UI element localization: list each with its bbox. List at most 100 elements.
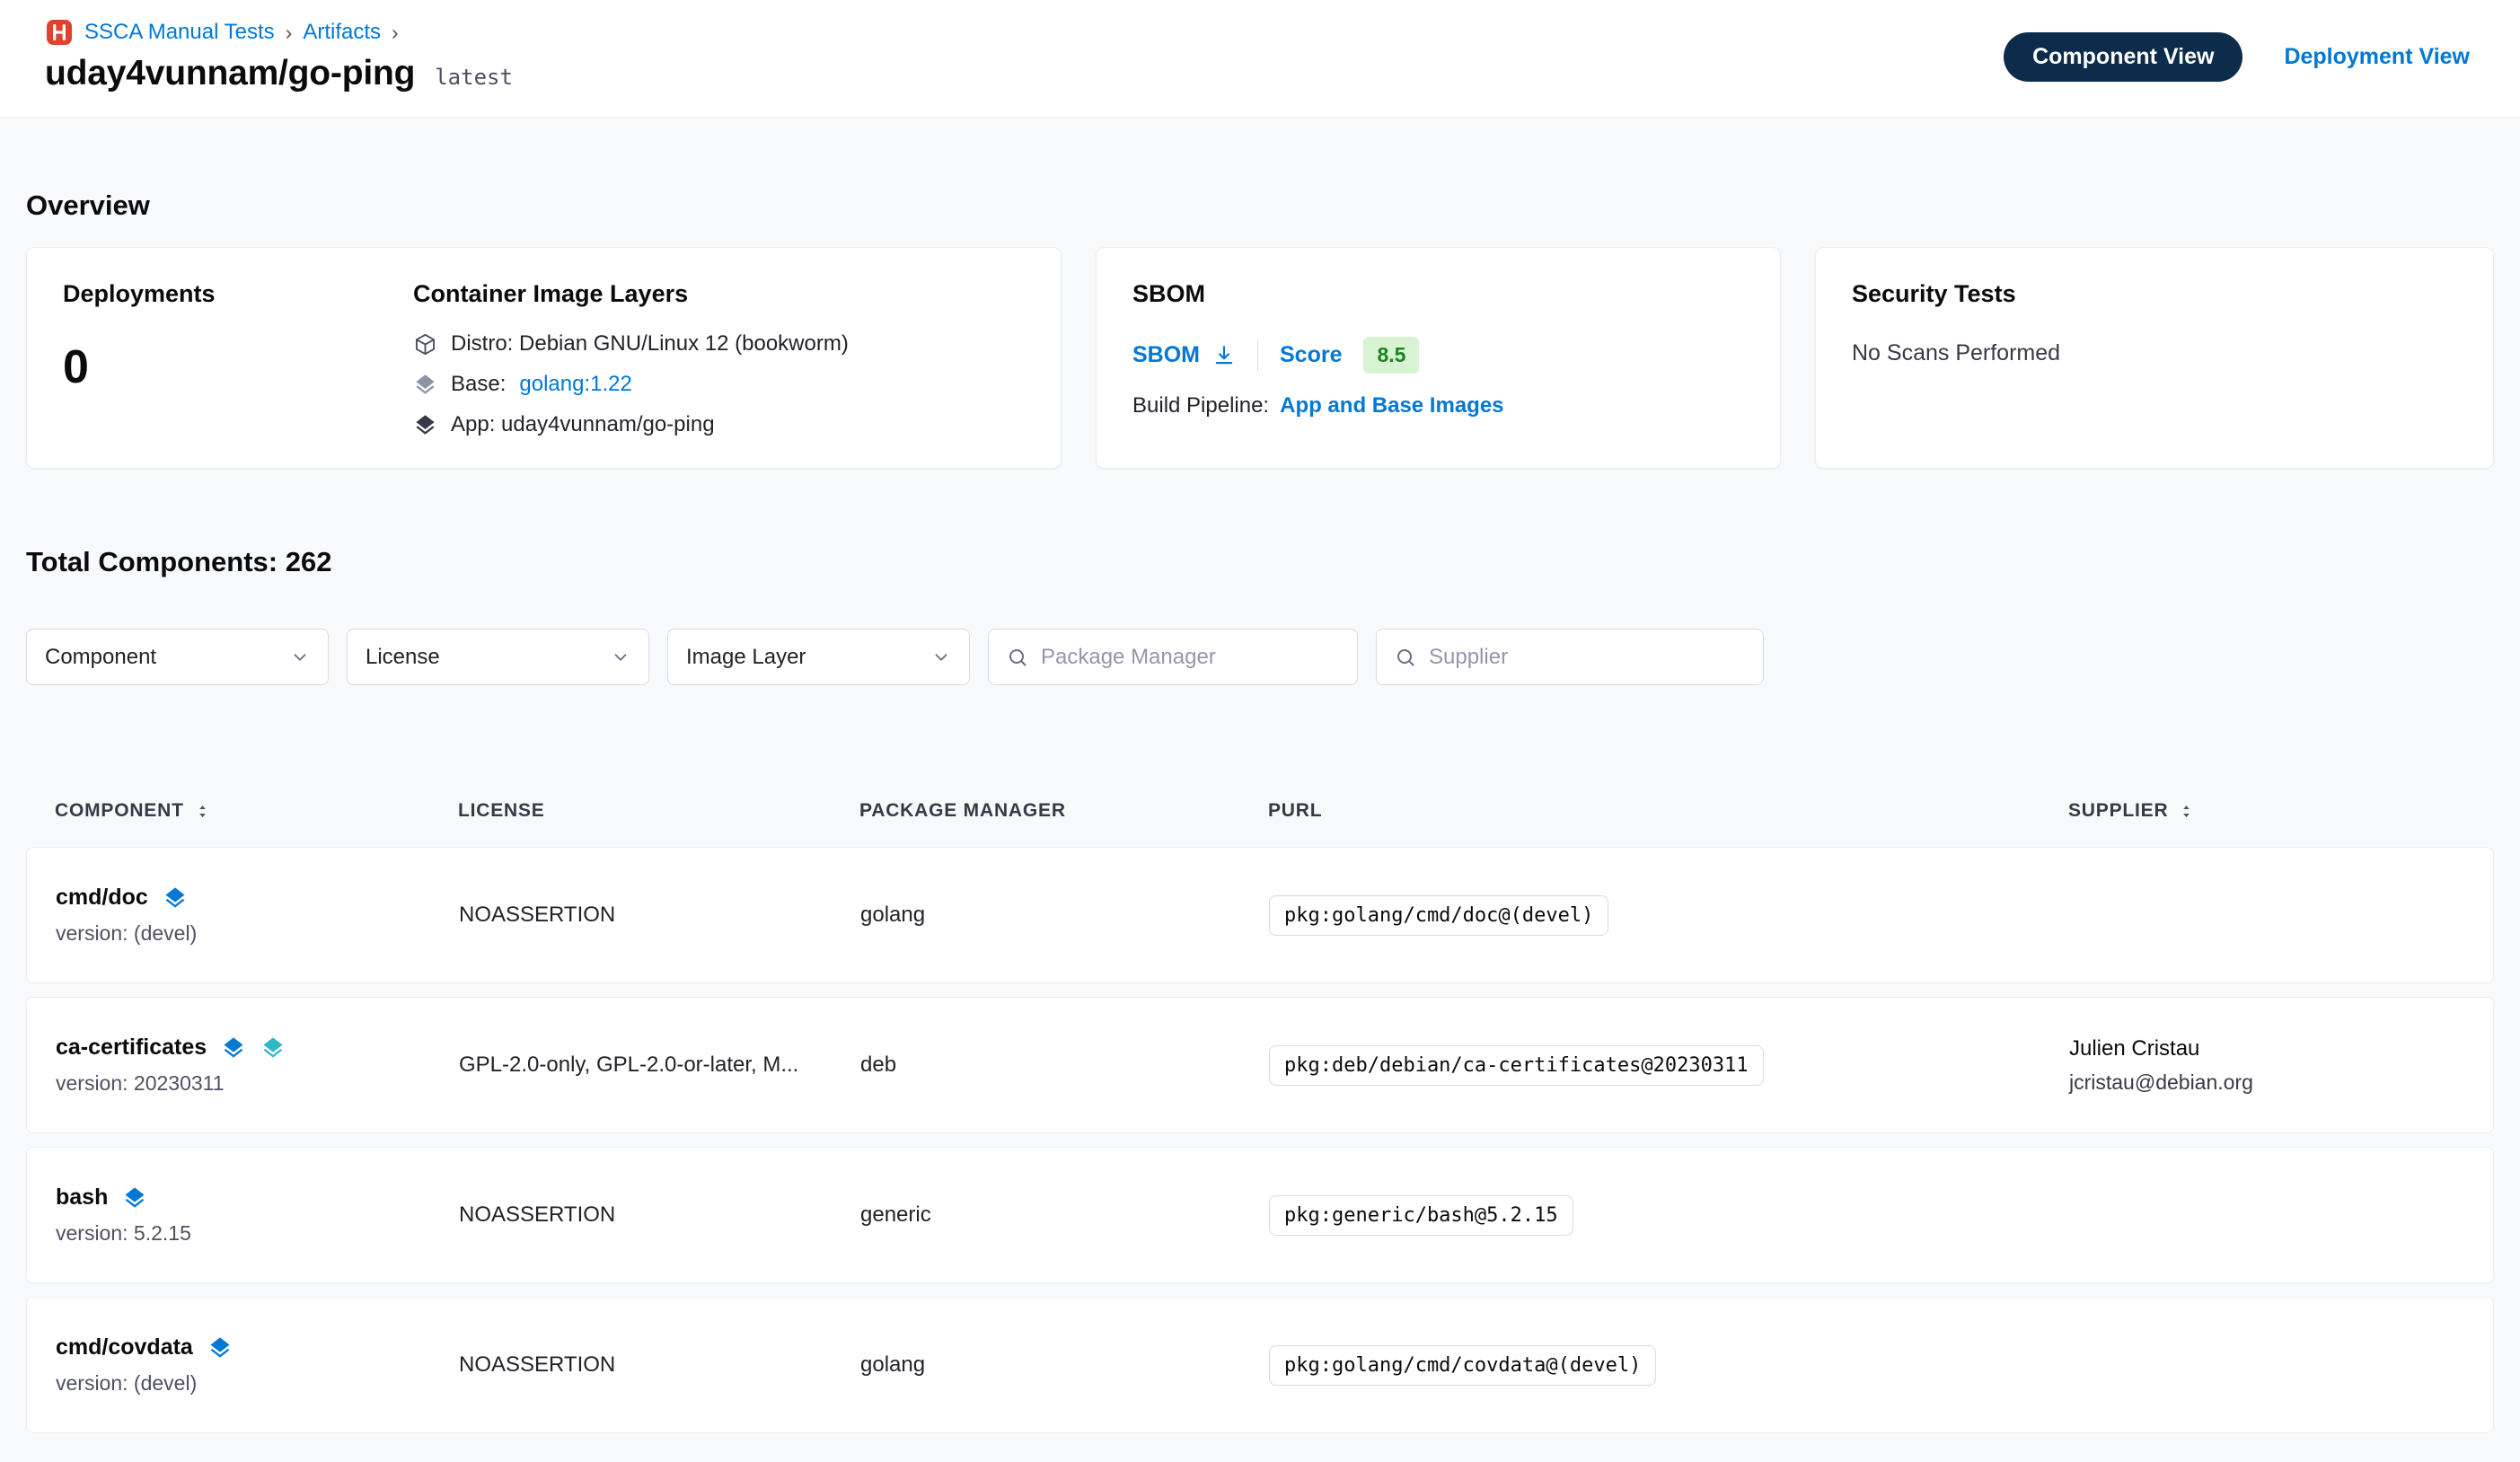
purl-column-label: PURL xyxy=(1268,800,1322,822)
component-cell: cmd/doc version: (devel) xyxy=(56,885,459,946)
deployments-section: Deployments 0 xyxy=(63,280,413,436)
component-filter-label: Component xyxy=(45,645,156,670)
sbom-download-label: SBOM xyxy=(1132,342,1200,368)
harness-logo-icon xyxy=(45,18,74,47)
chevron-down-icon xyxy=(611,647,630,667)
supplier-cell xyxy=(2069,1361,2464,1370)
component-name: cmd/covdata xyxy=(56,1334,193,1361)
deployments-layers-card: Deployments 0 Container Image Layers Dis… xyxy=(26,247,1062,469)
overview-heading: Overview xyxy=(26,189,2494,222)
base-image-link[interactable]: golang:1.22 xyxy=(519,372,631,397)
component-name: cmd/doc xyxy=(56,885,148,911)
sort-icon xyxy=(193,802,212,821)
image-layer-filter-dropdown[interactable]: Image Layer xyxy=(667,629,970,685)
layer-icon xyxy=(207,1335,233,1361)
supplier-searchbox xyxy=(1376,629,1764,685)
purl-value: pkg:deb/debian/ca-certificates@20230311 xyxy=(1269,1045,1764,1086)
package-manager-searchbox xyxy=(988,629,1358,685)
base-row: Base: golang:1.22 xyxy=(413,372,1025,397)
supplier-column-label: SUPPLIER xyxy=(2068,800,2168,822)
security-tests-title: Security Tests xyxy=(1852,280,2457,308)
overview-cards: Deployments 0 Container Image Layers Dis… xyxy=(26,247,2494,469)
sbom-card: SBOM SBOM Score 8.5 Build Pipeline: App … xyxy=(1096,247,1781,469)
chevron-down-icon xyxy=(290,647,310,667)
license-filter-dropdown[interactable]: License xyxy=(347,629,649,685)
license-cell: GPL-2.0-only, GPL-2.0-or-later, M... xyxy=(459,1052,860,1078)
supplier-cell: Julien Cristau jcristau@debian.org xyxy=(2069,1036,2464,1095)
supplier-cell xyxy=(2069,1211,2464,1220)
layer-icon xyxy=(221,1035,246,1061)
supplier-cell xyxy=(2069,911,2464,920)
breadcrumb-link-ssca-manual-tests[interactable]: SSCA Manual Tests xyxy=(84,20,275,45)
supplier-name: Julien Cristau xyxy=(2069,1036,2464,1061)
vertical-divider xyxy=(1257,339,1258,372)
license-cell: NOASSERTION xyxy=(459,903,860,928)
license-cell: NOASSERTION xyxy=(459,1202,860,1228)
component-column-label: COMPONENT xyxy=(55,800,184,822)
layer-icon xyxy=(122,1185,147,1211)
purl-value: pkg:generic/bash@5.2.15 xyxy=(1269,1195,1573,1236)
view-switcher: Component View Deployment View xyxy=(2004,32,2470,82)
component-filter-dropdown[interactable]: Component xyxy=(26,629,329,685)
app-row: App: uday4vunnam/go-ping xyxy=(413,412,1025,437)
sbom-download-link[interactable]: SBOM xyxy=(1132,342,1236,368)
supplier-search-input[interactable] xyxy=(1429,645,1745,670)
build-pipeline-label: Build Pipeline: xyxy=(1132,393,1269,418)
table-row: bash version: 5.2.15 NOASSERTION generic… xyxy=(26,1147,2494,1283)
page-title: uday4vunnam/go-ping xyxy=(45,54,415,93)
deployment-view-link[interactable]: Deployment View xyxy=(2284,44,2470,70)
supplier-email: jcristau@debian.org xyxy=(2069,1070,2464,1095)
build-pipeline-link[interactable]: App and Base Images xyxy=(1280,393,1503,418)
component-name: bash xyxy=(56,1185,108,1211)
download-icon xyxy=(1212,344,1236,367)
artifact-tag: latest xyxy=(435,65,513,90)
container-image-layers-section: Container Image Layers Distro: Debian GN… xyxy=(413,280,1025,436)
app-layers-icon xyxy=(413,413,437,437)
sbom-card-title: SBOM xyxy=(1132,280,1744,308)
component-column-header[interactable]: COMPONENT xyxy=(55,800,458,822)
component-name: ca-certificates xyxy=(56,1035,207,1061)
deployments-count: 0 xyxy=(63,340,413,394)
purl-column-header: PURL xyxy=(1268,800,2068,822)
license-cell: NOASSERTION xyxy=(459,1352,860,1378)
base-layers-icon xyxy=(413,373,437,397)
supplier-column-header[interactable]: SUPPLIER xyxy=(2068,800,2465,822)
purl-cell: pkg:golang/cmd/doc@(devel) xyxy=(1269,895,2069,936)
component-version: version: (devel) xyxy=(56,1371,459,1396)
package-manager-column-header: PACKAGE MANAGER xyxy=(859,800,1268,822)
layer-outline-icon xyxy=(260,1035,286,1061)
component-cell: bash version: 5.2.15 xyxy=(56,1185,459,1246)
container-image-layers-title: Container Image Layers xyxy=(413,280,1025,308)
deployments-title: Deployments xyxy=(63,280,413,308)
license-filter-label: License xyxy=(366,645,440,670)
breadcrumb: SSCA Manual Tests › Artifacts › xyxy=(45,18,513,47)
app-label: App: uday4vunnam/go-ping xyxy=(451,412,715,437)
purl-value: pkg:golang/cmd/covdata@(devel) xyxy=(1269,1345,1656,1386)
component-version: version: (devel) xyxy=(56,921,459,946)
chevron-down-icon xyxy=(931,647,951,667)
package-manager-cell: golang xyxy=(860,903,1269,928)
search-icon xyxy=(1007,647,1028,668)
purl-cell: pkg:generic/bash@5.2.15 xyxy=(1269,1195,2069,1236)
package-manager-cell: golang xyxy=(860,1352,1269,1378)
distro-label: Distro: Debian GNU/Linux 12 (bookworm) xyxy=(451,331,849,357)
page-header: SSCA Manual Tests › Artifacts › uday4vun… xyxy=(0,0,2520,118)
package-manager-cell: deb xyxy=(860,1052,1269,1078)
table-row: cmd/covdata version: (devel) NOASSERTION… xyxy=(26,1297,2494,1433)
security-tests-status: No Scans Performed xyxy=(1852,340,2457,366)
component-view-button[interactable]: Component View xyxy=(2004,32,2242,82)
components-table-header: COMPONENT LICENSE PACKAGE MANAGER PURL S… xyxy=(26,800,2494,822)
sbom-row: SBOM Score 8.5 xyxy=(1132,337,1744,374)
package-manager-cell: generic xyxy=(860,1202,1269,1228)
purl-value: pkg:golang/cmd/doc@(devel) xyxy=(1269,895,1608,936)
table-row: ca-certificates version: 20230311 GPL-2.… xyxy=(26,997,2494,1133)
license-column-label: LICENSE xyxy=(458,800,545,822)
package-manager-search-input[interactable] xyxy=(1041,645,1339,670)
base-label: Base: xyxy=(451,372,506,397)
image-layer-filter-label: Image Layer xyxy=(686,645,806,670)
table-row: cmd/doc version: (devel) NOASSERTION gol… xyxy=(26,847,2494,983)
breadcrumb-link-artifacts[interactable]: Artifacts xyxy=(303,20,381,45)
purl-cell: pkg:deb/debian/ca-certificates@20230311 xyxy=(1269,1045,2069,1086)
license-column-header: LICENSE xyxy=(458,800,859,822)
distro-cube-icon xyxy=(413,332,437,357)
